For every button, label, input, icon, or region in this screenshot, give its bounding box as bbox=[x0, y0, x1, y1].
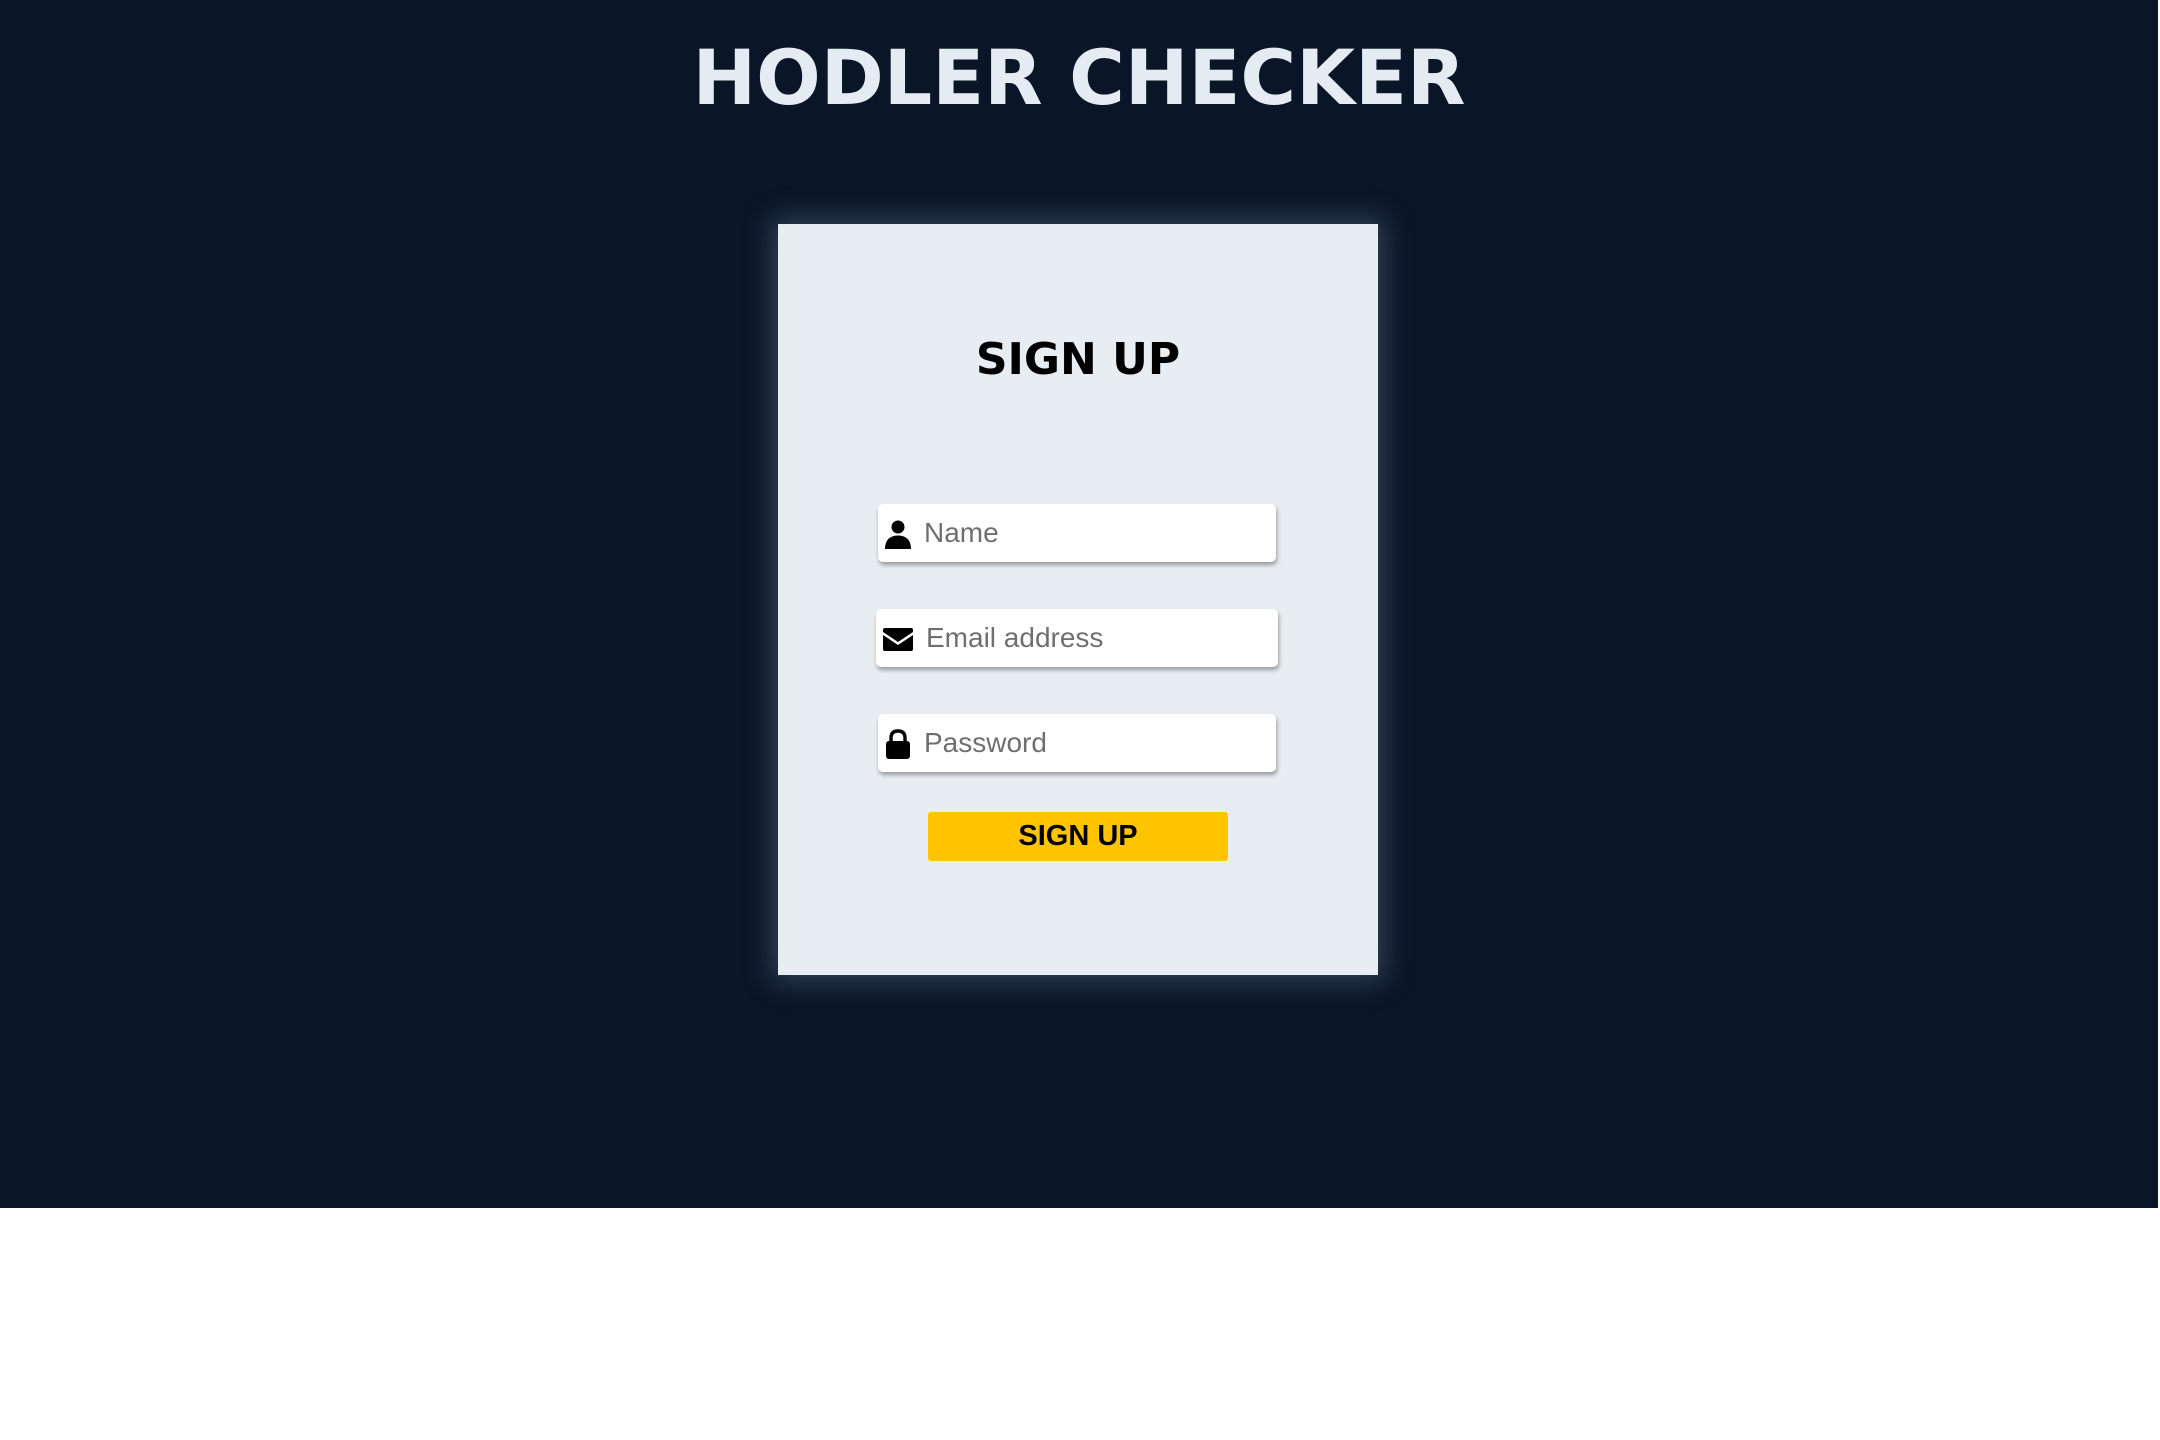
password-field bbox=[878, 714, 1276, 772]
envelope-icon bbox=[882, 624, 914, 656]
name-field bbox=[878, 504, 1276, 562]
lock-icon bbox=[882, 728, 914, 760]
email-input[interactable] bbox=[926, 609, 1266, 667]
signup-card: SIGN UP SIGN UP bbox=[778, 224, 1378, 975]
signup-heading: SIGN UP bbox=[975, 334, 1181, 385]
password-input[interactable] bbox=[924, 714, 1264, 772]
email-field bbox=[876, 609, 1278, 667]
app-title: HODLER CHECKER bbox=[692, 33, 1466, 122]
user-icon bbox=[882, 518, 914, 550]
name-input[interactable] bbox=[924, 504, 1264, 562]
signup-button[interactable]: SIGN UP bbox=[928, 812, 1228, 861]
